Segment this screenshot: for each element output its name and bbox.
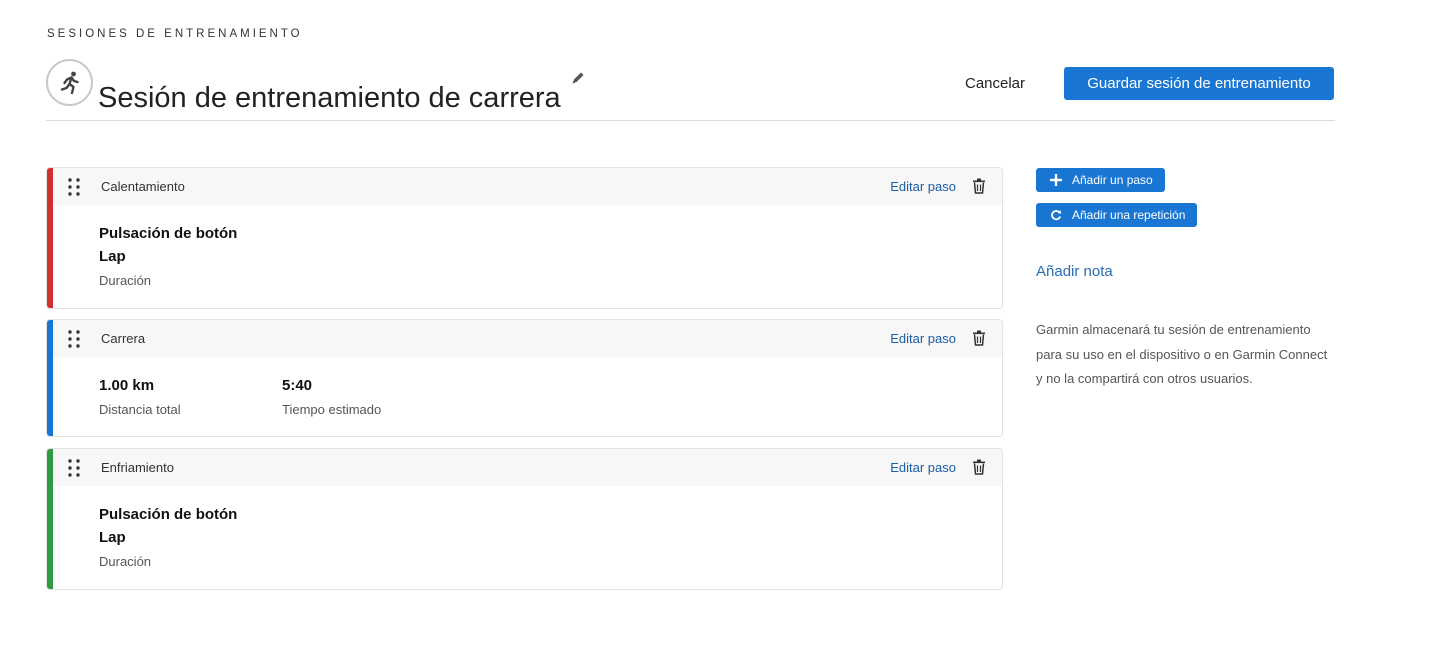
privacy-notice: Garmin almacenará tu sesión de entrenami… bbox=[1036, 322, 1328, 386]
save-workout-button[interactable]: Guardar sesión de entrenamiento bbox=[1064, 67, 1334, 100]
workout-step-warmup: Calentamiento Editar paso Pulsación de b… bbox=[46, 167, 1003, 309]
add-repeat-button[interactable]: Añadir una repetición bbox=[1036, 203, 1198, 227]
add-repeat-label: Añadir una repetición bbox=[1072, 208, 1186, 222]
total-distance-value: 1.00 km bbox=[99, 377, 155, 394]
repeat-icon bbox=[1050, 209, 1062, 221]
duration-type-value: Pulsación de botón bbox=[99, 506, 238, 523]
duration-value: Lap bbox=[99, 248, 126, 265]
step-type-label: Carrera bbox=[101, 331, 146, 346]
step-type-label: Calentamiento bbox=[101, 179, 185, 194]
add-step-label: Añadir un paso bbox=[1072, 173, 1153, 187]
step-header: Enfriamiento Editar paso bbox=[53, 449, 1002, 486]
page-title: Sesión de entrenamiento de carrera bbox=[98, 82, 561, 115]
trash-icon[interactable] bbox=[972, 178, 986, 194]
trash-icon[interactable] bbox=[972, 330, 986, 346]
drag-handle-icon[interactable] bbox=[67, 329, 81, 349]
breadcrumb: SESIONES DE ENTRENAMIENTO bbox=[47, 28, 303, 40]
duration-type-value: Pulsación de botón bbox=[99, 225, 238, 242]
add-note-link[interactable]: Añadir nota bbox=[1036, 263, 1113, 280]
duration-label: Duración bbox=[99, 554, 152, 569]
step-header: Calentamiento Editar paso bbox=[53, 168, 1002, 205]
trash-icon[interactable] bbox=[972, 459, 986, 475]
estimated-time-value: 5:40 bbox=[282, 377, 313, 394]
edit-step-link[interactable]: Editar paso bbox=[890, 460, 956, 475]
drag-handle-icon[interactable] bbox=[67, 458, 81, 478]
plus-icon bbox=[1050, 174, 1062, 186]
total-distance-label: Distancia total bbox=[99, 402, 181, 417]
workout-step-run: Carrera Editar paso 1.00 km Distancia to… bbox=[46, 319, 1003, 437]
duration-value: Lap bbox=[99, 529, 126, 546]
workout-step-cooldown: Enfriamiento Editar paso Pulsación de bo… bbox=[46, 448, 1003, 590]
step-header: Carrera Editar paso bbox=[53, 320, 1002, 357]
edit-step-link[interactable]: Editar paso bbox=[890, 179, 956, 194]
add-step-button[interactable]: Añadir un paso bbox=[1036, 168, 1165, 192]
pencil-icon[interactable] bbox=[570, 70, 586, 86]
drag-handle-icon[interactable] bbox=[67, 177, 81, 197]
page-header: Sesión de entrenamiento de carrera Cance… bbox=[46, 58, 1335, 121]
cancel-button[interactable]: Cancelar bbox=[942, 67, 1048, 99]
step-type-label: Enfriamiento bbox=[101, 460, 174, 475]
estimated-time-label: Tiempo estimado bbox=[282, 402, 382, 417]
duration-label: Duración bbox=[99, 273, 152, 288]
edit-step-link[interactable]: Editar paso bbox=[890, 331, 956, 346]
running-person-icon bbox=[46, 59, 93, 106]
